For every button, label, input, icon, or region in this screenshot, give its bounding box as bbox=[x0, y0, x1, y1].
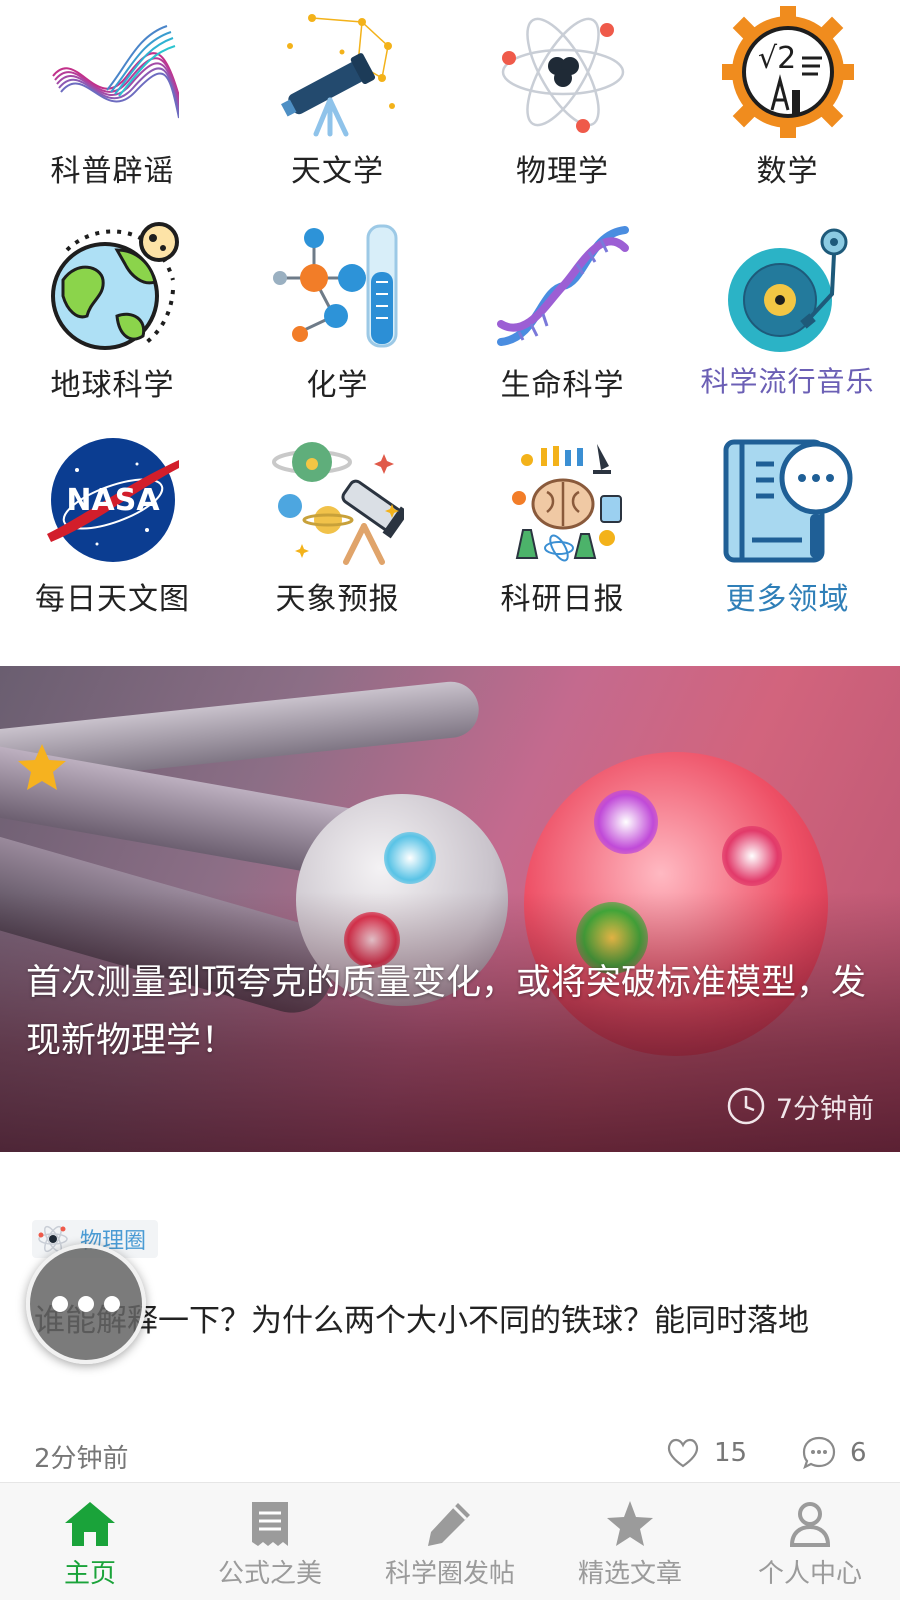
book-magnifier-icon bbox=[722, 434, 854, 566]
category-label: 科学流行音乐 bbox=[700, 365, 875, 398]
nav-label: 公式之美 bbox=[217, 1559, 322, 1589]
category-research-daily[interactable]: 科研日报 bbox=[450, 428, 675, 642]
comment-count: 6 bbox=[850, 1438, 867, 1468]
star-icon bbox=[607, 1501, 653, 1546]
wave-lines-icon bbox=[47, 6, 179, 138]
category-label: 每日天文图 bbox=[35, 582, 190, 617]
featured-article-banner[interactable]: 首次测量到顶夸克的质量变化，或将突破标准模型，发现新物理学！ 7分钟前 bbox=[0, 666, 900, 1152]
category-life-science[interactable]: 生命科学 bbox=[450, 214, 675, 428]
category-label: 数学 bbox=[756, 154, 819, 189]
category-label: 生命科学 bbox=[500, 368, 625, 403]
post-time: 2分钟前 bbox=[34, 1444, 129, 1474]
category-apod[interactable]: NASA 每日天文图 bbox=[0, 428, 225, 642]
svg-text:NASA: NASA bbox=[66, 483, 160, 518]
dna-icon bbox=[497, 220, 629, 352]
svg-text:√2: √2 bbox=[758, 41, 796, 76]
like-button[interactable]: 15 bbox=[664, 1434, 747, 1472]
category-label: 更多领域 bbox=[725, 582, 850, 617]
banner-image-particle bbox=[594, 790, 658, 854]
star-icon bbox=[18, 744, 66, 790]
category-label: 天文学 bbox=[291, 154, 384, 189]
pencil-icon bbox=[428, 1503, 470, 1546]
category-astronomy[interactable]: 天文学 bbox=[225, 0, 450, 214]
category-more-fields[interactable]: 更多领域 bbox=[675, 428, 900, 642]
banner-image-particle bbox=[384, 832, 436, 884]
category-label: 化学 bbox=[306, 368, 369, 403]
category-science-music[interactable]: 科学流行音乐 bbox=[675, 214, 900, 428]
user-icon bbox=[789, 1502, 831, 1547]
category-label: 地球科学 bbox=[50, 368, 175, 403]
home-icon bbox=[65, 1502, 115, 1546]
earth-moon-icon bbox=[47, 220, 179, 352]
nav-item-post[interactable]: 科学圈发帖 bbox=[360, 1483, 540, 1600]
banner-image-particle bbox=[722, 826, 782, 886]
clock-icon bbox=[727, 1087, 765, 1125]
banner-time-text: 7分钟前 bbox=[775, 1093, 874, 1125]
more-dots-icon bbox=[52, 1296, 68, 1312]
category-grid: 科普辟谣 天文学 物理学 √2 数学 地球科学 化学 生命科学 科学流行音乐 N… bbox=[0, 0, 900, 640]
nav-label: 主页 bbox=[63, 1559, 116, 1589]
category-chemistry[interactable]: 化学 bbox=[225, 214, 450, 428]
vinyl-record-icon bbox=[722, 220, 854, 352]
category-sky-forecast[interactable]: 天象预报 bbox=[225, 428, 450, 642]
nav-label: 个人中心 bbox=[757, 1559, 862, 1589]
more-options-button[interactable] bbox=[26, 1244, 146, 1364]
category-label: 科普辟谣 bbox=[50, 154, 175, 189]
category-label: 物理学 bbox=[516, 154, 609, 189]
more-dots-icon bbox=[104, 1296, 120, 1312]
bottom-nav: 主页 公式之美 科学圈发帖 精选文章 个人中心 bbox=[0, 1482, 900, 1600]
brain-lab-icon bbox=[497, 434, 629, 566]
molecule-test-tube-icon bbox=[272, 220, 404, 352]
telescope-constellation-icon bbox=[272, 6, 404, 138]
atom-icon bbox=[497, 6, 629, 138]
comment-button[interactable]: 6 bbox=[800, 1434, 867, 1472]
category-earth-science[interactable]: 地球科学 bbox=[0, 214, 225, 428]
banner-time: 7分钟前 bbox=[726, 1086, 874, 1126]
more-dots-icon bbox=[78, 1296, 94, 1312]
nav-item-formulas[interactable]: 公式之美 bbox=[180, 1483, 360, 1600]
category-math[interactable]: √2 数学 bbox=[675, 0, 900, 214]
like-count: 15 bbox=[714, 1438, 748, 1468]
document-icon bbox=[252, 1502, 288, 1546]
nav-item-home[interactable]: 主页 bbox=[0, 1483, 180, 1600]
nav-item-featured[interactable]: 精选文章 bbox=[540, 1483, 720, 1600]
comment-icon bbox=[802, 1436, 836, 1470]
planets-telescope-icon bbox=[272, 434, 404, 566]
nav-label: 科学圈发帖 bbox=[384, 1559, 515, 1589]
category-physics[interactable]: 物理学 bbox=[450, 0, 675, 214]
heart-icon bbox=[667, 1438, 699, 1468]
category-rumor[interactable]: 科普辟谣 bbox=[0, 0, 225, 214]
post-title[interactable]: 谁能解释一下？为什么两个大小不同的铁球？能同时落地 bbox=[34, 1296, 850, 1346]
category-label: 科研日报 bbox=[500, 582, 625, 617]
math-gear-icon: √2 bbox=[722, 6, 854, 138]
nav-label: 精选文章 bbox=[577, 1559, 682, 1589]
category-label: 天象预报 bbox=[275, 582, 400, 617]
banner-title[interactable]: 首次测量到顶夸克的质量变化，或将突破标准模型，发现新物理学！ bbox=[26, 954, 870, 1070]
nav-item-profile[interactable]: 个人中心 bbox=[720, 1483, 900, 1600]
nasa-logo-icon: NASA bbox=[47, 434, 179, 566]
